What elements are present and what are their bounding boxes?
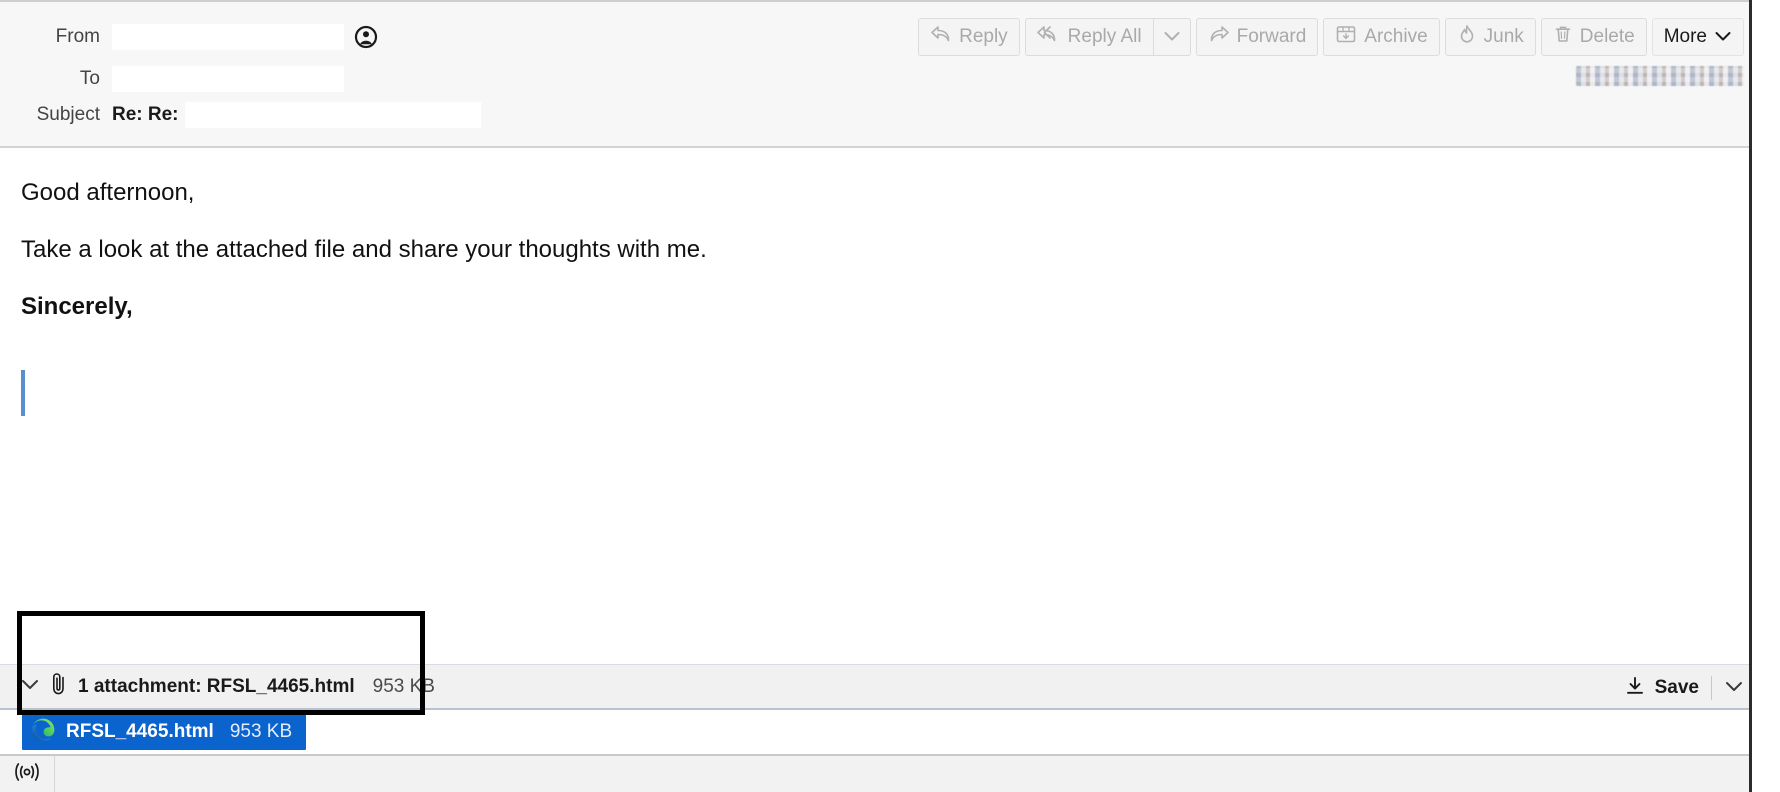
- quote-marker-bar: [21, 370, 25, 416]
- from-field-row: From: [0, 22, 378, 52]
- attachment-summary-bar[interactable]: 1 attachment: RFSL_4465.html 953 KB Save: [0, 664, 1780, 710]
- reply-all-arrow-icon: [1036, 25, 1061, 49]
- delete-button-label: Delete: [1579, 26, 1635, 47]
- archive-button-label: Archive: [1364, 26, 1428, 47]
- forward-button[interactable]: Forward: [1195, 18, 1319, 56]
- flame-icon: [1457, 24, 1477, 50]
- broadcast-signal-icon: [12, 761, 42, 788]
- chevron-down-icon[interactable]: [1724, 679, 1744, 698]
- edge-browser-icon: [30, 717, 56, 748]
- archive-button[interactable]: Archive: [1323, 18, 1440, 56]
- subject-label: Subject: [36, 104, 100, 125]
- email-reader-window: From To Subject Re: Re: Reply Reply All …: [0, 0, 1780, 792]
- trash-icon: [1553, 24, 1573, 50]
- attachment-summary-left: 1 attachment: RFSL_4465.html 953 KB: [0, 672, 435, 701]
- status-bar: [0, 756, 1780, 792]
- status-bar-empty-area: [55, 756, 1780, 792]
- attachment-summary-text: 1 attachment: RFSL_4465.html: [78, 675, 355, 697]
- message-toolbar: Reply Reply All Forward Archive Junk Del…: [918, 18, 1744, 56]
- reply-arrow-icon: [930, 25, 952, 49]
- reply-button[interactable]: Reply: [918, 18, 1020, 56]
- attachment-list-item[interactable]: RFSL_4465.html 953 KB: [22, 714, 307, 750]
- message-body[interactable]: Good afternoon, Take a look at the attac…: [0, 148, 1780, 664]
- forward-button-label: Forward: [1236, 26, 1307, 47]
- window-right-border: [1749, 0, 1752, 792]
- message-header: From To Subject Re: Re: Reply Reply All …: [0, 0, 1780, 148]
- from-value-redacted[interactable]: [112, 24, 344, 50]
- archive-box-icon: [1335, 24, 1357, 50]
- window-outer-right-margin: [1752, 0, 1780, 792]
- message-timestamp-redacted: [1576, 66, 1744, 86]
- attachment-summary-size: 953 KB: [372, 675, 435, 697]
- chevron-down-icon: [1163, 26, 1181, 48]
- to-label: To: [79, 68, 100, 89]
- attachment-item-name: RFSL_4465.html: [66, 721, 214, 742]
- body-line-signoff: Sincerely,: [21, 293, 133, 320]
- reply-button-label: Reply: [959, 26, 1008, 47]
- forward-arrow-icon: [1208, 25, 1230, 49]
- reply-all-group: Reply All: [1024, 18, 1191, 56]
- save-button[interactable]: Save: [1655, 677, 1699, 699]
- more-button[interactable]: More: [1651, 18, 1744, 56]
- chevron-down-icon: [1714, 26, 1732, 48]
- status-bar-icon-cell[interactable]: [0, 756, 55, 792]
- subject-value: Re: Re:: [112, 104, 179, 125]
- body-line-greeting: Good afternoon,: [21, 179, 195, 206]
- save-separator: [1711, 676, 1712, 700]
- reply-all-dropdown-button[interactable]: [1153, 18, 1191, 56]
- junk-button-label: Junk: [1483, 26, 1524, 47]
- from-label: From: [55, 26, 100, 47]
- to-value-redacted[interactable]: [112, 66, 344, 92]
- reply-all-button[interactable]: Reply All: [1024, 18, 1154, 56]
- attachment-list: RFSL_4465.html 953 KB: [0, 710, 1780, 756]
- attachment-actions: Save: [1624, 665, 1744, 711]
- attachment-item-size: 953 KB: [229, 721, 293, 742]
- download-icon: [1624, 675, 1646, 702]
- contact-circle-icon[interactable]: [354, 25, 378, 49]
- more-button-label: More: [1663, 26, 1707, 47]
- subject-value-redacted: [184, 102, 481, 128]
- body-line-request: Take a look at the attached file and sha…: [21, 236, 707, 263]
- reply-all-button-label: Reply All: [1067, 26, 1142, 47]
- delete-button[interactable]: Delete: [1540, 18, 1647, 56]
- junk-button[interactable]: Junk: [1444, 18, 1536, 56]
- chevron-down-icon[interactable]: [20, 677, 40, 696]
- paperclip-icon: [50, 672, 68, 701]
- subject-field-row: Subject Re: Re:: [0, 100, 481, 130]
- to-field-row: To: [0, 64, 344, 94]
